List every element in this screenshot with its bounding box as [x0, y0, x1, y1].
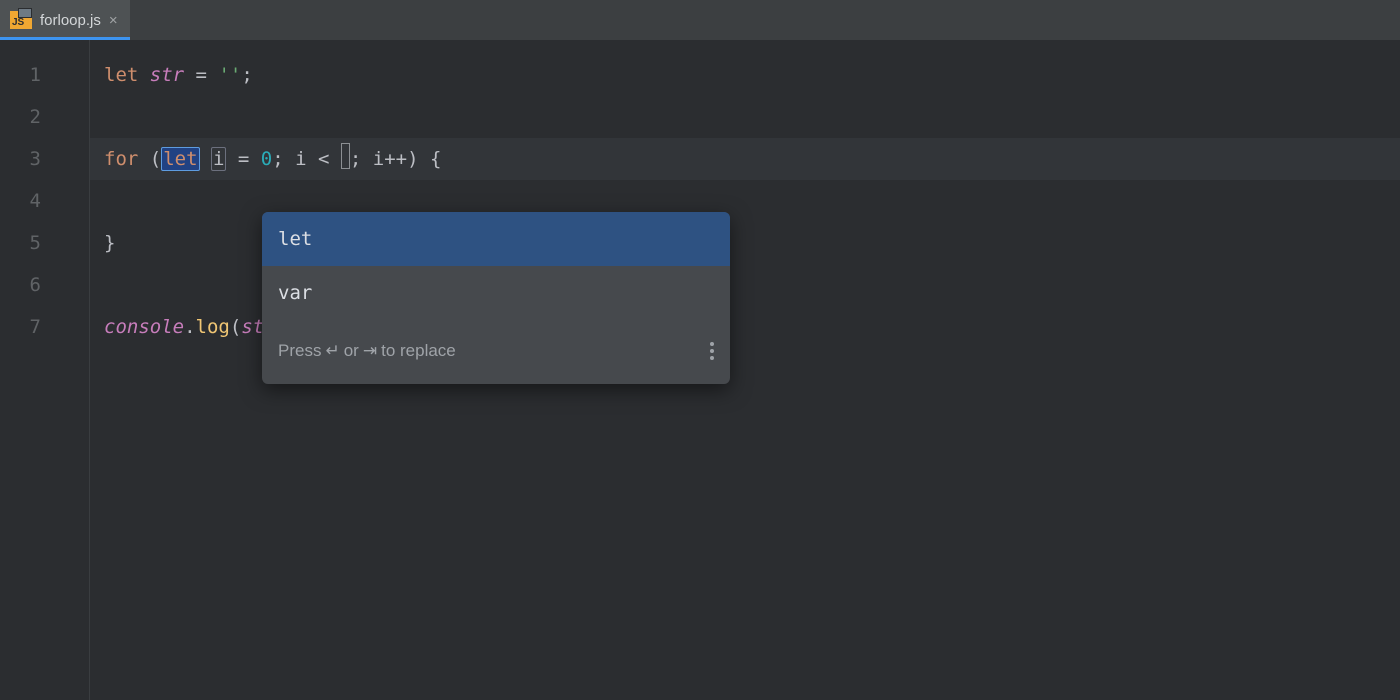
code-line: let str = '';	[104, 54, 1400, 96]
line-number: 3	[0, 138, 41, 180]
tab-bar: JS forloop.js ×	[0, 0, 1400, 40]
completion-item[interactable]: let	[262, 212, 730, 266]
line-number-gutter: 1 2 3 4 5 6 7	[0, 40, 90, 700]
enter-key-icon: ↵	[325, 330, 339, 372]
close-tab-icon[interactable]: ×	[109, 12, 118, 29]
line-number: 4	[0, 180, 41, 222]
line-number: 5	[0, 222, 41, 264]
line-number: 1	[0, 54, 41, 96]
completion-item[interactable]: var	[262, 266, 730, 320]
file-tab[interactable]: JS forloop.js ×	[0, 0, 130, 40]
template-variable: i	[211, 147, 226, 171]
line-number: 2	[0, 96, 41, 138]
line-number: 7	[0, 306, 41, 348]
template-variable-empty	[341, 143, 350, 169]
code-line	[104, 96, 1400, 138]
line-number: 6	[0, 264, 41, 306]
code-line: for (let i = 0; i < ; i++) {	[90, 138, 1400, 180]
template-variable-active: let	[161, 147, 199, 171]
code-area[interactable]: let str = ''; for (let i = 0; i < ; i++)…	[90, 40, 1400, 700]
completion-hint: Press ↵ or ⇥ to replace	[262, 320, 730, 384]
js-file-icon: JS	[10, 11, 32, 29]
completion-popup: let var Press ↵ or ⇥ to replace	[262, 212, 730, 384]
tab-title: forloop.js	[40, 12, 101, 29]
more-options-icon[interactable]	[708, 340, 716, 362]
tab-key-icon: ⇥	[363, 330, 377, 372]
code-editor[interactable]: 1 2 3 4 5 6 7 let str = ''; for (let i =…	[0, 40, 1400, 700]
